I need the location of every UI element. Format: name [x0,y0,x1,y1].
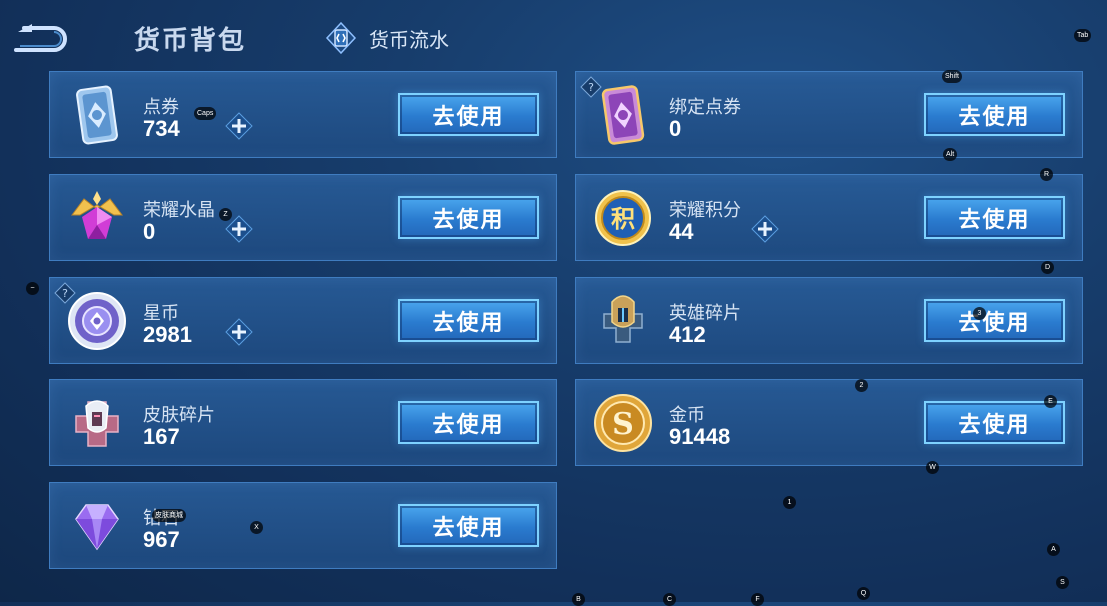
svg-text:积: 积 [611,205,635,233]
key-hint-x: X [250,521,263,534]
use-skin-fragment-button[interactable]: 去使用 [398,401,539,444]
key-hint-caps: Caps [194,107,217,120]
key-hint-q: Q [857,587,870,600]
currency-card-gold-coin: S 金币 91448 去使用 [575,379,1083,466]
currency-amount: 2981 [143,322,192,347]
currency-card-hero-fragment: 英雄碎片 412 去使用 [575,277,1083,364]
key-hint-s: S [1056,576,1069,589]
key-hint-f: F [751,593,764,606]
gold-coin-icon: S [594,394,652,452]
currency-amount: 44 [669,219,694,244]
currency-card-honor-points: 积 荣耀积分 44 去使用 [575,174,1083,261]
key-hint-alt: Alt [943,148,958,161]
currency-amount: 412 [669,322,706,347]
key-hint-c: C [663,593,676,606]
currency-card-honor-crystal: 荣耀水晶 0 去使用 [49,174,557,261]
currency-card-skin-fragment: 皮肤碎片 167 去使用 [49,379,557,466]
currency-amount: 967 [143,527,180,552]
key-hint-a: A [1047,543,1060,556]
key-hint-b: B [572,593,585,606]
currency-card-diamond: 钻石 967 去使用 [49,482,557,569]
coupon-icon [76,85,118,145]
key-hint-tilde: ~ [26,282,39,295]
svg-text:S: S [612,407,634,442]
use-bound-coupon-button[interactable]: 去使用 [924,93,1065,136]
add-coupon-plus-icon[interactable] [225,112,253,140]
key-hint-r: R [1040,168,1053,181]
currency-card-coupon: 点券 734 去使用 [49,71,557,158]
currency-amount: 167 [143,424,180,449]
use-honor-points-button[interactable]: 去使用 [924,196,1065,239]
currency-amount: 91448 [669,424,731,449]
key-hint-skin-shop: 皮肤商城 [152,509,186,522]
use-honor-crystal-button[interactable]: 去使用 [398,196,539,239]
use-gold-coin-button[interactable]: 去使用 [924,401,1065,444]
use-hero-fragment-button[interactable]: 去使用 [924,299,1065,342]
currency-card-bound-coupon: ? 绑定点券 0 去使用 [575,71,1083,158]
honor-crystal-icon [71,191,123,239]
key-hint-shift: Shift [942,70,963,83]
key-hint-d: D [1041,261,1054,274]
back-arrow-icon[interactable] [10,18,72,52]
key-hint-1: 1 [783,496,796,509]
currency-amount: 0 [143,219,156,244]
currency-amount: 734 [143,116,180,141]
honor-points-icon: 积 [595,190,651,246]
diamond-icon [75,504,119,551]
use-diamond-button[interactable]: 去使用 [398,504,539,547]
currency-flow-label: 货币流水 [369,29,449,52]
key-hint-e: E [1044,395,1057,408]
key-hint-w: W [926,461,939,474]
hero-fragment-icon [603,295,643,343]
bound-coupon-icon [601,85,645,145]
key-hint-tab: Tab [1074,29,1092,42]
star-coin-icon [68,292,126,350]
key-hint-2: 2 [855,379,868,392]
add-honor-points-plus-icon[interactable] [751,215,779,243]
currency-amount: 0 [669,116,682,141]
use-coupon-button[interactable]: 去使用 [398,93,539,136]
use-star-coin-button[interactable]: 去使用 [398,299,539,342]
skin-fragment-icon [75,400,119,447]
key-hint-z: Z [219,208,232,221]
add-star-coin-plus-icon[interactable] [225,318,253,346]
page-title: 货币背包 [134,25,247,55]
key-hint-3: 3 [973,307,986,320]
currency-flow-tab[interactable]: 货币流水 [325,22,449,54]
currency-card-star-coin: ? 星币 2981 去使用 [49,277,557,364]
currency-flow-icon [325,22,357,54]
